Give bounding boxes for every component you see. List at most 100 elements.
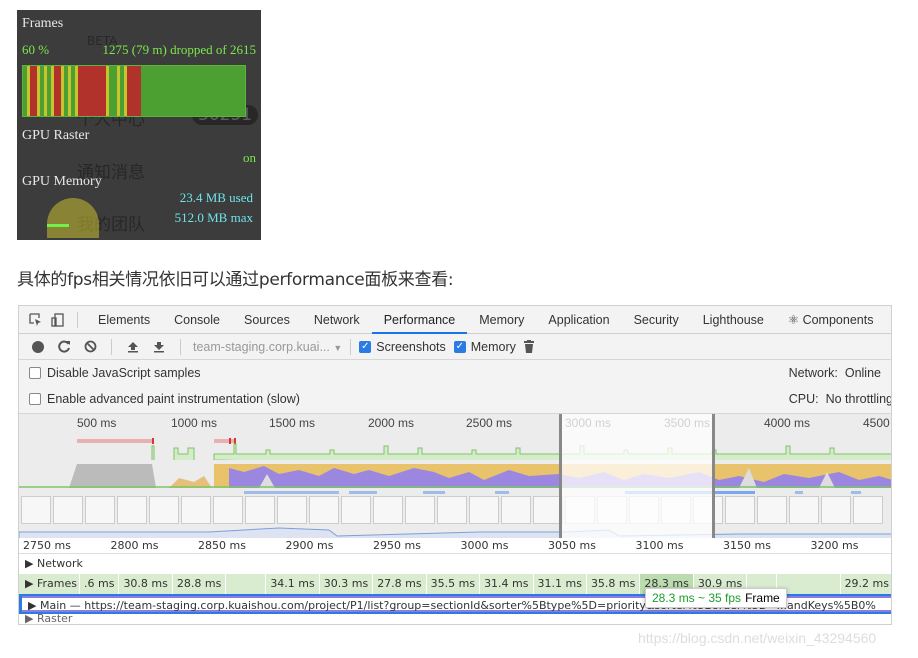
frame-block[interactable]: 29.2 ms <box>839 574 891 594</box>
network-throttling[interactable]: Network: Online <box>789 366 881 380</box>
load-profile-icon[interactable] <box>120 340 146 353</box>
frame-block[interactable] <box>225 574 265 594</box>
screenshots-checkbox[interactable]: ✓ Screenshots <box>359 339 446 354</box>
screenshot-thumbnail[interactable] <box>373 496 403 524</box>
detail-tick-label: 3200 ms <box>810 539 859 552</box>
screenshot-thumbnail[interactable] <box>85 496 115 524</box>
screenshot-thumbnail[interactable] <box>789 496 819 524</box>
overview-fps-chart <box>77 438 891 460</box>
timeline-overview[interactable]: 500 ms1000 ms1500 ms2000 ms2500 ms3000 m… <box>19 414 891 546</box>
tab-network[interactable]: Network <box>302 306 372 334</box>
screenshot-thumbnail[interactable] <box>469 496 499 524</box>
frame-block[interactable]: 31.4 ms <box>479 574 532 594</box>
garbage-collect-icon[interactable] <box>516 340 542 353</box>
screenshot-thumbnail[interactable] <box>149 496 179 524</box>
tab-memory[interactable]: Memory <box>467 306 536 334</box>
memory-label: Memory <box>470 339 516 354</box>
screenshot-thumbnail[interactable] <box>181 496 211 524</box>
tab-console[interactable]: Console <box>162 306 232 334</box>
frame-block[interactable]: 27.8 ms <box>372 574 425 594</box>
frame-segment <box>54 66 61 116</box>
advanced-paint-checkbox[interactable]: Enable advanced paint instrumentation (s… <box>29 392 300 406</box>
devtools-window: Elements Console Sources Network Performance… <box>18 305 892 625</box>
tab-sources[interactable]: Sources <box>232 306 302 334</box>
network-track[interactable]: ▶ Network <box>19 554 891 574</box>
overview-tick-label: 2000 ms <box>368 416 415 430</box>
screenshot-thumbnail[interactable] <box>437 496 467 524</box>
reload-record-icon[interactable] <box>51 340 77 353</box>
checkbox-unchecked-icon <box>29 393 41 405</box>
overview-tick-label: 1500 ms <box>269 416 316 430</box>
dropped-frames-text: 1275 (79 m) dropped of 2615 <box>102 42 256 57</box>
screenshot-thumbnail[interactable] <box>853 496 883 524</box>
screenshot-thumbnail[interactable] <box>501 496 531 524</box>
frame-block[interactable]: 35.8 ms <box>585 574 639 594</box>
tab-security[interactable]: Security <box>622 306 691 334</box>
screenshot-thumbnail[interactable] <box>341 496 371 524</box>
overview-selection-window[interactable] <box>559 414 715 538</box>
disable-js-samples-checkbox[interactable]: Disable JavaScript samples <box>29 366 201 380</box>
frame-block[interactable]: .6 ms <box>78 574 118 594</box>
network-track-label: Network <box>36 557 83 570</box>
checkbox-checked-icon: ✓ <box>359 340 372 353</box>
screenshot-thumbnail[interactable] <box>725 496 755 524</box>
divider <box>180 338 181 355</box>
memory-checkbox[interactable]: ✓ Memory <box>453 339 516 354</box>
gpu-raster-label: GPU Raster <box>22 128 90 143</box>
frame-block[interactable]: 34.1 ms <box>265 574 318 594</box>
fps-meter-panel: BETA 个人中心 30251 通知消息 我的团队 Frames 60 % 12… <box>17 10 261 240</box>
frames-track-label: Frames <box>36 577 77 590</box>
tab-performance[interactable]: Performance <box>371 306 468 334</box>
frame-block[interactable]: 28.8 ms <box>171 574 225 594</box>
frame-segment <box>134 66 141 116</box>
panel-tabs: Elements Console Sources Network Performance… <box>86 306 885 334</box>
overview-tick-label: 500 ms <box>77 416 117 430</box>
raster-track[interactable]: ▶ Raster <box>19 614 891 624</box>
expand-arrow-icon: ▶ <box>25 614 34 624</box>
network-label: Network: <box>788 366 838 380</box>
record-icon[interactable] <box>25 340 51 353</box>
recording-select[interactable]: team-staging.corp.kuai... ▼ <box>193 340 342 354</box>
screenshot-thumbnail[interactable] <box>405 496 435 524</box>
screenshot-thumbnail[interactable] <box>821 496 851 524</box>
raster-track-label: Raster <box>36 614 73 624</box>
frame-block[interactable]: 35.5 ms <box>425 574 479 594</box>
screenshot-thumbnail[interactable] <box>213 496 243 524</box>
detail-tick-label: 2950 ms <box>373 539 421 552</box>
screenshot-thumbnail[interactable] <box>309 496 339 524</box>
tab-elements[interactable]: Elements <box>86 306 162 334</box>
screenshots-label: Screenshots <box>376 339 446 354</box>
performance-toolbar: team-staging.corp.kuai... ▼ ✓ Screenshots… <box>19 334 891 360</box>
screenshot-thumbnail[interactable] <box>117 496 147 524</box>
frame-tooltip: 28.3 ms ~ 35 fps Frame <box>645 588 787 608</box>
frame-segment <box>99 66 106 116</box>
gpu-memory-label: GPU Memory <box>22 174 102 189</box>
screenshot-thumbnail[interactable] <box>245 496 275 524</box>
devtools-tab-bar: Elements Console Sources Network Performance… <box>19 306 891 334</box>
tab-lighthouse[interactable]: Lighthouse <box>691 306 776 334</box>
cpu-label: CPU: <box>788 392 819 406</box>
screenshot-thumbnail[interactable] <box>53 496 83 524</box>
detail-tick-label: 2800 ms <box>110 539 159 552</box>
gpu-memory-gauge-fill <box>47 224 69 227</box>
save-profile-icon[interactable] <box>146 340 172 353</box>
device-toolbar-icon[interactable] <box>47 309 69 331</box>
dropdown-arrow-icon: ▼ <box>333 342 343 353</box>
frame-block[interactable]: 30.8 ms <box>118 574 171 594</box>
screenshot-thumbnail[interactable] <box>757 496 787 524</box>
gpu-memory-max: 512.0 MB max <box>174 210 253 225</box>
screenshot-thumbnail[interactable] <box>277 496 307 524</box>
frame-block[interactable]: 31.1 ms <box>532 574 586 594</box>
frame-history-bar <box>22 65 246 117</box>
tab-components[interactable]: ⚛ Components <box>776 306 886 334</box>
inspect-element-icon[interactable] <box>25 309 47 331</box>
cpu-throttling[interactable]: CPU: No throttling <box>788 392 891 406</box>
frame-block[interactable]: 30.3 ms <box>318 574 372 594</box>
clear-icon[interactable] <box>77 340 103 353</box>
overview-tick-label: 4000 ms <box>764 416 811 430</box>
tab-application[interactable]: Application <box>536 306 621 334</box>
checkbox-checked-icon: ✓ <box>453 340 466 353</box>
gpu-memory-gauge <box>47 198 99 238</box>
screenshot-thumbnail[interactable] <box>21 496 51 524</box>
expand-arrow-icon: ▶ <box>25 577 34 590</box>
